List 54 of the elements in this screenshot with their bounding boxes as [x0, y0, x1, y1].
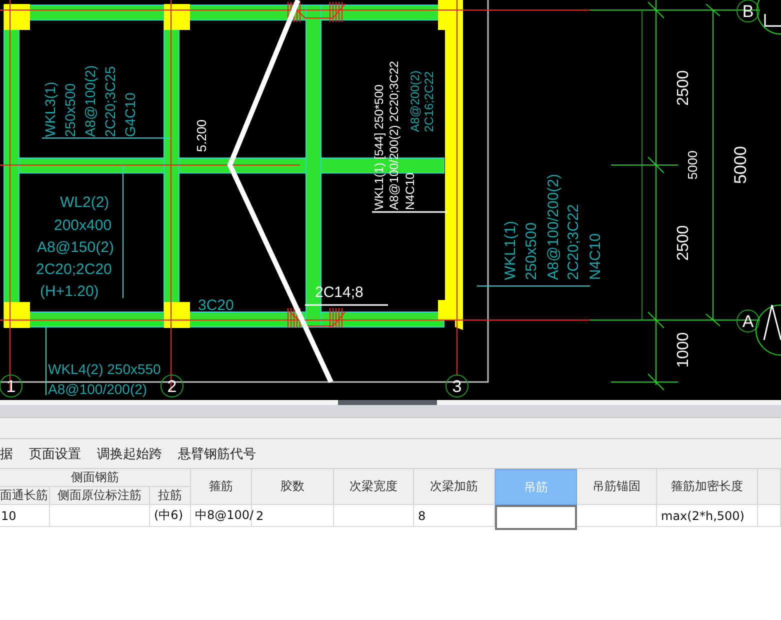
beam-annotation: A8@200(2): [408, 70, 422, 132]
toolbar-button[interactable]: 调换起始跨: [97, 444, 162, 462]
toolbar-button[interactable]: 悬臂钢筋代号: [178, 444, 256, 462]
beam-annotation: WKL1(1): [502, 220, 519, 280]
dimension-text: 2500: [675, 225, 692, 261]
beam-annotation: A8@100/200(2): [545, 174, 562, 280]
axis-label: 3: [452, 377, 462, 396]
table-cell[interactable]: 10: [0, 505, 50, 527]
beam-annotation: 250x500: [523, 222, 540, 280]
dimension-text: 5000: [731, 146, 750, 184]
beam-annotation: 2C20;3C22: [565, 204, 582, 280]
table-cell[interactable]: 2: [252, 505, 334, 527]
beam-annotation: WKL3(1): [42, 82, 58, 137]
beam-annotation: 2C20;3C25: [102, 66, 118, 137]
table-cell: [758, 505, 781, 527]
beam-annotation: 250x500: [62, 83, 78, 137]
toolbar-button[interactable]: 据: [0, 444, 13, 462]
column-header[interactable]: 次梁宽度: [334, 469, 414, 505]
beam-annotation: 5.200: [194, 119, 209, 152]
beam-annotation: A8@150(2): [37, 239, 114, 256]
column-header[interactable]: 胶数: [252, 469, 334, 505]
beam-annotation: 3C20: [198, 297, 234, 314]
table-cell[interactable]: 8: [414, 505, 495, 527]
scrollbar-thumb[interactable]: [338, 400, 437, 405]
beam-annotation: G4C10: [122, 92, 138, 137]
beam-annotation: WL2(2): [60, 194, 110, 211]
beam-annotation: (H+1.20): [40, 283, 99, 300]
dimension-text: 5000: [685, 150, 700, 180]
table-cell[interactable]: max(2*h,500): [657, 505, 758, 527]
table-cell[interactable]: (中6): [150, 505, 191, 527]
beam-annotation: 200x400: [54, 217, 112, 234]
toolbar-button[interactable]: 页面设置: [29, 444, 81, 462]
splitter-bar[interactable]: [0, 405, 781, 418]
table-cell[interactable]: 中8@100/: [191, 505, 252, 527]
beam-annotation: A8@100/200(2) 2C20;3C22: [387, 61, 401, 210]
beam-annotation: A8@100(2): [82, 65, 98, 137]
beam-annotation: 2C16;2C22: [422, 71, 436, 132]
column-header[interactable]: 拉筋: [150, 487, 191, 505]
column-header[interactable]: 侧面原位标注筋: [50, 487, 150, 505]
beam-annotation: N4C10: [587, 233, 604, 280]
column-header[interactable]: 吊筋锚固: [577, 469, 657, 505]
column-header[interactable]: 次梁加筋: [414, 469, 495, 505]
column-header[interactable]: 面通长筋: [0, 487, 50, 505]
dimension-text: 2500: [675, 70, 692, 106]
beam-annotation: WKL4(2) 250x550: [48, 361, 161, 377]
table-cell[interactable]: [495, 505, 577, 530]
beam-annotation: N4C10: [403, 172, 417, 210]
beam-annotation: A8@100/200(2): [48, 381, 148, 397]
dimension-text: 1000: [675, 332, 692, 368]
column-header[interactable]: 箍筋加密长度: [657, 469, 758, 505]
column-header[interactable]: 箍筋: [191, 469, 252, 505]
beam-annotation: WKL1(1) [544] 250*500: [372, 84, 386, 210]
column-group-header: 侧面钢筋: [0, 469, 191, 487]
beam-annotation: 2C20;2C20: [36, 261, 112, 278]
